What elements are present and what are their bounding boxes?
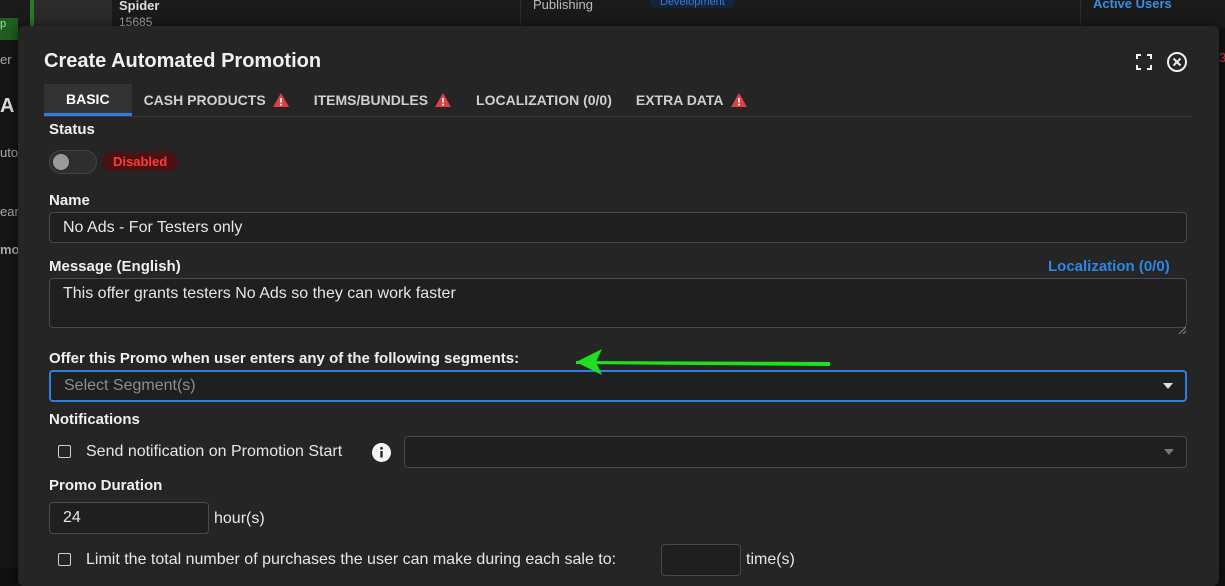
header-divider bbox=[520, 0, 521, 28]
notifications-label: Notifications bbox=[49, 411, 140, 428]
message-textarea[interactable]: This offer grants testers No Ads so they… bbox=[49, 278, 1187, 328]
background-text-fragment: mo bbox=[0, 242, 20, 257]
tab-label: ITEMS/BUNDLES bbox=[313, 92, 429, 108]
environment-badge: Development bbox=[650, 0, 735, 8]
segments-select[interactable]: Select Segment(s) bbox=[49, 370, 1187, 402]
name-label: Name bbox=[49, 192, 90, 209]
tab-label: CASH PRODUCTS bbox=[143, 92, 266, 108]
publishing-label: Publishing bbox=[533, 0, 593, 12]
header-divider bbox=[1080, 0, 1081, 28]
app-name: Spider bbox=[119, 0, 160, 13]
background-text-fragment: uto bbox=[0, 145, 19, 160]
warning-icon bbox=[272, 93, 289, 107]
app-thumbnail bbox=[30, 0, 112, 26]
active-users-label[interactable]: Active Users bbox=[1093, 0, 1172, 11]
background-text-fragment: 3 bbox=[1219, 50, 1225, 65]
notification-checkbox-label: Send notification on Promotion Start bbox=[86, 443, 343, 460]
toggle-knob bbox=[53, 154, 69, 170]
background-text-fragment: er bbox=[0, 52, 12, 67]
modal-tabs: BASIC CASH PRODUCTS ITEMS/BUNDLES LOCALI… bbox=[44, 84, 760, 116]
duration-unit: hour(s) bbox=[214, 510, 265, 527]
warning-icon bbox=[730, 93, 747, 107]
close-icon[interactable] bbox=[1166, 51, 1188, 73]
status-toggle[interactable] bbox=[49, 150, 97, 174]
background-header bbox=[0, 0, 1225, 28]
tab-label: BASIC bbox=[66, 90, 110, 107]
info-icon[interactable] bbox=[372, 443, 391, 462]
localization-link[interactable]: Localization (0/0) bbox=[1048, 258, 1170, 275]
tab-cash-products[interactable]: CASH PRODUCTS bbox=[132, 84, 302, 116]
chevron-down-icon bbox=[1164, 449, 1174, 455]
tab-divider bbox=[44, 116, 1192, 117]
status-badge: Disabled bbox=[102, 152, 179, 171]
tab-extra-data[interactable]: EXTRA DATA bbox=[624, 84, 760, 116]
tab-basic[interactable]: BASIC bbox=[44, 84, 132, 116]
tab-label: LOCALIZATION (0/0) bbox=[476, 92, 612, 108]
warning-icon bbox=[435, 93, 452, 107]
expand-icon[interactable] bbox=[1136, 54, 1152, 70]
background-text-fragment: ear bbox=[0, 204, 19, 219]
tab-label: EXTRA DATA bbox=[635, 92, 724, 108]
tab-items-bundles[interactable]: ITEMS/BUNDLES bbox=[302, 84, 464, 116]
notification-checkbox[interactable] bbox=[58, 445, 71, 458]
notification-select[interactable] bbox=[404, 436, 1187, 468]
message-label: Message (English) bbox=[49, 258, 181, 275]
limit-purchases-label: Limit the total number of purchases the … bbox=[86, 551, 617, 568]
limit-purchases-checkbox[interactable] bbox=[58, 553, 71, 566]
promo-duration-input[interactable] bbox=[49, 502, 209, 534]
tab-localization[interactable]: LOCALIZATION (0/0) bbox=[464, 84, 624, 116]
name-input[interactable] bbox=[49, 212, 1187, 243]
resize-handle-icon[interactable] bbox=[1178, 326, 1186, 334]
limit-unit: time(s) bbox=[746, 551, 795, 568]
background-text-fragment: A bbox=[0, 95, 15, 117]
limit-purchases-input[interactable] bbox=[661, 544, 741, 576]
background-status-pill: p bbox=[0, 18, 18, 40]
segments-label: Offer this Promo when user enters any of… bbox=[49, 350, 520, 367]
segments-placeholder: Select Segment(s) bbox=[64, 377, 196, 394]
promo-duration-label: Promo Duration bbox=[49, 477, 163, 494]
status-label: Status bbox=[49, 121, 95, 138]
chevron-down-icon bbox=[1163, 383, 1173, 389]
modal-title: Create Automated Promotion bbox=[44, 50, 322, 72]
create-promotion-modal: Create Automated Promotion BASIC CASH PR… bbox=[18, 26, 1219, 586]
